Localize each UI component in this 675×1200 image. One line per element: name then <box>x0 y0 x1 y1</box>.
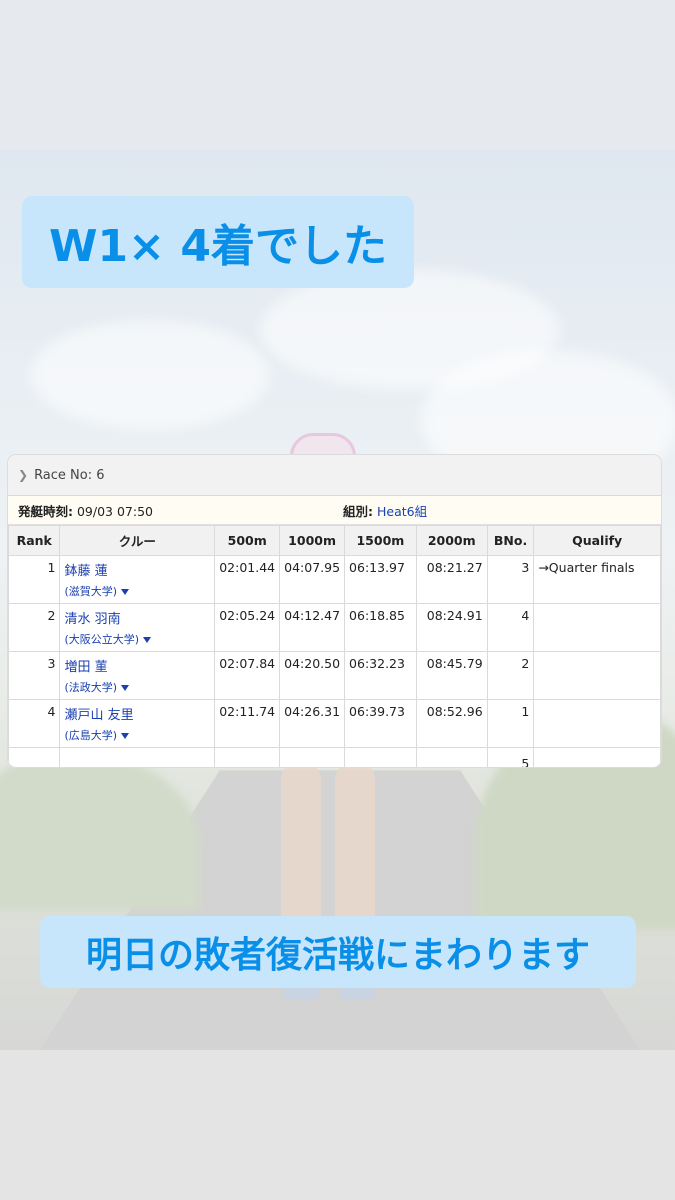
bow-number: 4 <box>486 603 535 652</box>
qualify-cell: →Quarter finals <box>533 555 661 604</box>
qualify-cell <box>533 699 661 748</box>
table-row: 3 増田 菫 (法政大学) 02:07.84 04:20.50 06:32.23… <box>8 651 661 700</box>
table-row: 1 鉢藤 蓮 (滋賀大学) 02:01.44 04:07.95 06:13.97… <box>8 555 661 604</box>
result-banner: W1× 4着でした <box>22 196 414 288</box>
table-row: 2 清水 羽南 (大阪公立大学) 02:05.24 04:12.47 06:18… <box>8 603 661 652</box>
rank-cell: 3 <box>8 651 61 700</box>
col-500m: 500m <box>214 525 281 556</box>
repechage-banner: 明日の敗者復活戦にまわります <box>40 916 636 988</box>
rank-cell: 1 <box>8 555 61 604</box>
split-1500m: 06:13.97 <box>344 555 417 604</box>
split-1500m: 06:32.23 <box>344 651 417 700</box>
split-1500m <box>344 747 417 767</box>
split-1000m: 04:26.31 <box>279 699 346 748</box>
split-2000m: 08:21.27 <box>415 555 488 604</box>
dropdown-arrow-icon[interactable] <box>121 685 130 691</box>
split-1000m: 04:07.95 <box>279 555 346 604</box>
grass-left <box>0 750 200 910</box>
crew-cell: 増田 菫 (法政大学) <box>59 651 216 700</box>
rank-cell: 4 <box>8 699 61 748</box>
chevron-right-icon: ❯ <box>18 468 29 482</box>
col-crew: クルー <box>59 525 216 556</box>
race-result-panel: ❯ Race No: 6 発艇時刻: 09/03 07:50 組別: Heat6… <box>8 455 661 767</box>
crew-name-link[interactable]: 鉢藤 蓮 <box>64 560 210 579</box>
dropdown-arrow-icon[interactable] <box>143 637 152 643</box>
split-2000m: 08:52.96 <box>415 699 488 748</box>
bow-number: 1 <box>486 699 535 748</box>
crew-university[interactable]: (大阪公立大学) <box>64 631 210 647</box>
repechage-banner-text: 明日の敗者復活戦にまわります <box>85 935 590 976</box>
split-1000m <box>279 747 346 767</box>
crew-cell: 瀬戸山 友里 (広島大学) <box>59 699 216 748</box>
results-table: Rank クルー 500m 1000m 1500m 2000m BNo. Qua… <box>8 525 661 767</box>
dropdown-arrow-icon[interactable] <box>121 589 130 595</box>
split-500m <box>214 747 281 767</box>
split-500m: 02:07.84 <box>214 651 281 700</box>
race-header[interactable]: ❯ Race No: 6 <box>8 455 661 496</box>
split-1500m: 06:39.73 <box>344 699 417 748</box>
race-info-row: 発艇時刻: 09/03 07:50 組別: Heat6組 <box>8 496 661 525</box>
crew-cell: 清水 羽南 (大阪公立大学) <box>59 603 216 652</box>
col-2000m: 2000m <box>415 525 488 556</box>
split-1000m: 04:12.47 <box>279 603 346 652</box>
bow-number: 5 <box>486 747 535 767</box>
qualify-cell <box>533 747 661 767</box>
table-row: 4 瀬戸山 友里 (広島大学) 02:11.74 04:26.31 06:39.… <box>8 699 661 748</box>
crew-university[interactable]: (法政大学) <box>64 679 210 695</box>
col-bno: BNo. <box>486 525 535 556</box>
group-value[interactable]: Heat6組 <box>377 504 427 519</box>
bottom-band <box>0 1050 675 1200</box>
crew-name-link[interactable]: 増田 菫 <box>64 656 210 675</box>
rank-cell <box>8 747 61 767</box>
split-500m: 02:01.44 <box>214 555 281 604</box>
group-label: 組別: <box>343 503 373 519</box>
crew-cell <box>59 747 216 767</box>
crew-cell: 鉢藤 蓮 (滋賀大学) <box>59 555 216 604</box>
split-2000m: 08:45.79 <box>415 651 488 700</box>
crew-name-link[interactable]: 瀬戸山 友里 <box>64 704 210 723</box>
col-rank: Rank <box>8 525 61 556</box>
table-row: 5 <box>8 747 661 767</box>
table-header-row: Rank クルー 500m 1000m 1500m 2000m BNo. Qua… <box>8 525 661 556</box>
split-500m: 02:05.24 <box>214 603 281 652</box>
col-1500m: 1500m <box>344 525 417 556</box>
qualify-cell <box>533 651 661 700</box>
dropdown-arrow-icon[interactable] <box>121 733 130 739</box>
bow-number: 3 <box>486 555 535 604</box>
split-1500m: 06:18.85 <box>344 603 417 652</box>
crew-name-link[interactable]: 清水 羽南 <box>64 608 210 627</box>
qualify-cell <box>533 603 661 652</box>
split-500m: 02:11.74 <box>214 699 281 748</box>
race-number: Race No: 6 <box>34 467 105 483</box>
top-band <box>0 0 675 150</box>
split-2000m: 08:24.91 <box>415 603 488 652</box>
col-qualify: Qualify <box>533 525 661 556</box>
crew-university[interactable]: (滋賀大学) <box>64 583 210 599</box>
split-2000m <box>415 747 488 767</box>
result-banner-text: W1× 4着でした <box>49 221 387 272</box>
start-time-value: 09/03 07:50 <box>76 503 154 519</box>
crew-university[interactable]: (広島大学) <box>64 727 210 743</box>
rank-cell: 2 <box>8 603 61 652</box>
start-time-label: 発艇時刻: <box>18 503 73 519</box>
split-1000m: 04:20.50 <box>279 651 346 700</box>
bow-number: 2 <box>486 651 535 700</box>
col-1000m: 1000m <box>279 525 346 556</box>
